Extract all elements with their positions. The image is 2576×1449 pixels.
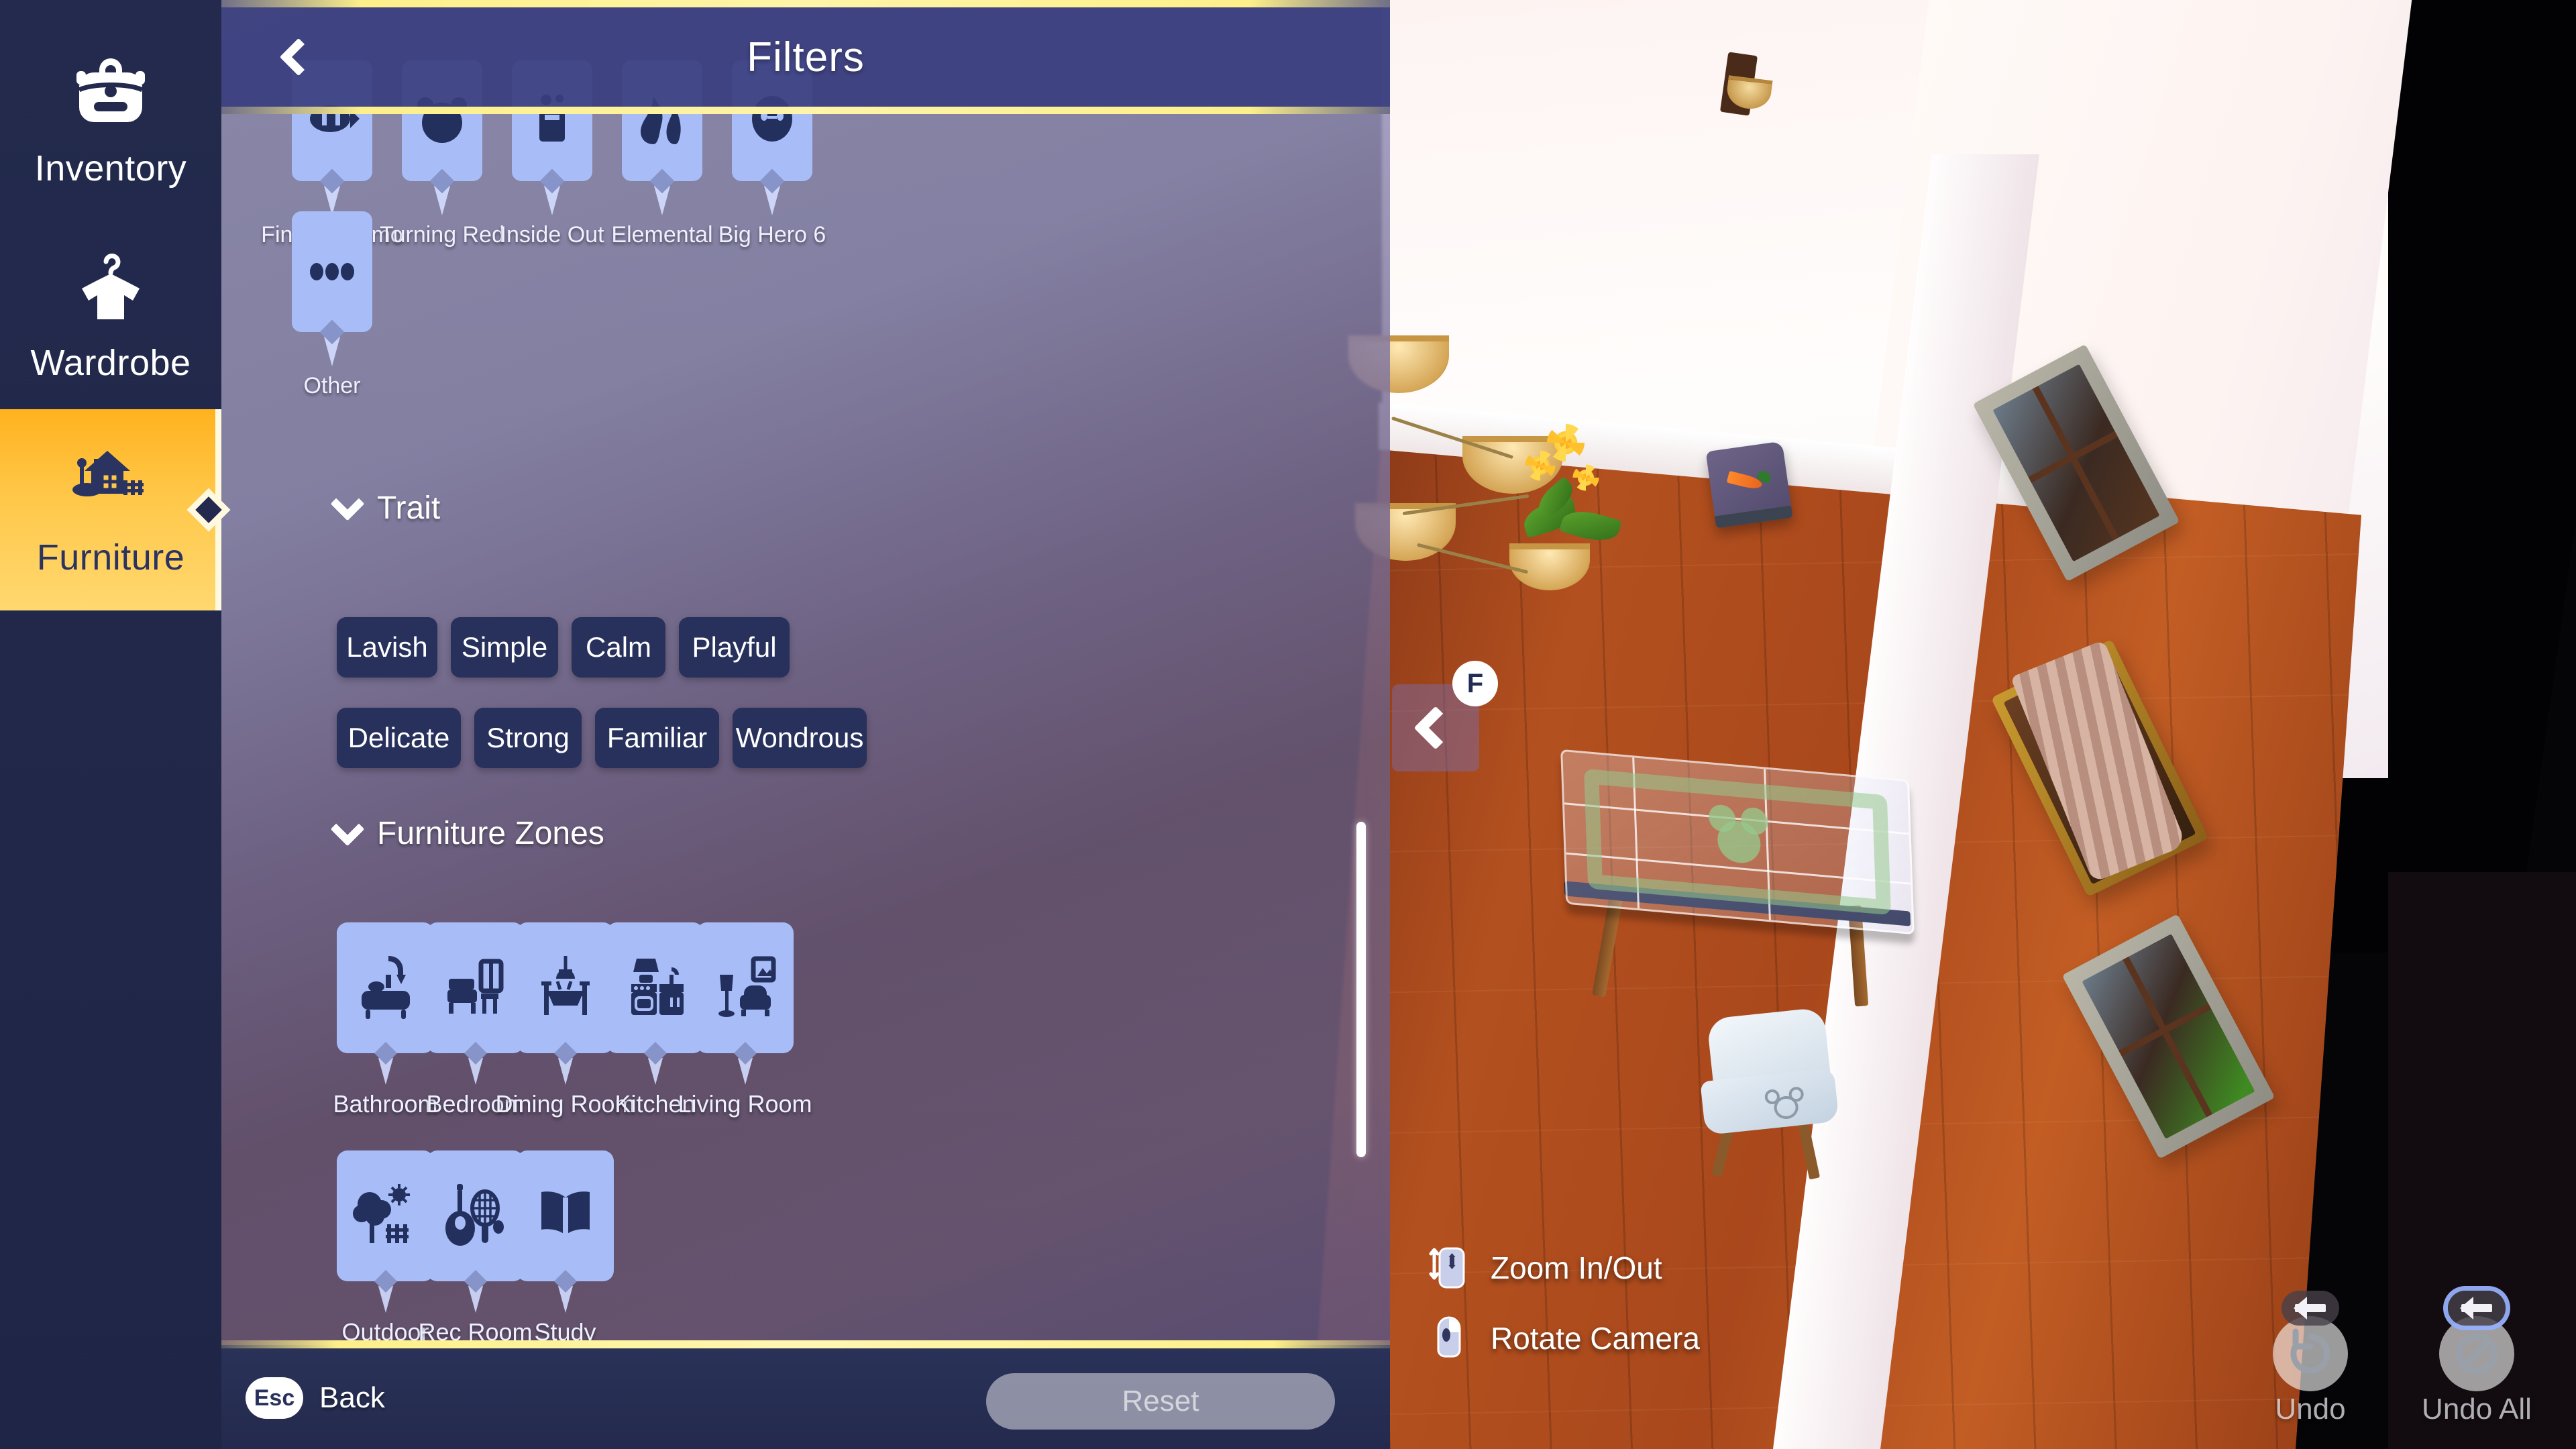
ip-filter-row-2: Other bbox=[292, 211, 372, 399]
left-arrow-key-icon bbox=[2282, 1291, 2339, 1326]
section-header-trait[interactable]: Trait bbox=[330, 486, 441, 527]
scrollbar-thumb[interactable] bbox=[1356, 822, 1366, 1157]
game-screen: F Zoom In/Out Rotate Camera Undo Undo Al… bbox=[0, 0, 2576, 1449]
zone-kitchen[interactable]: Kitchen bbox=[606, 922, 704, 1118]
section-title: Furniture Zones bbox=[377, 816, 604, 851]
tree-fence-icon bbox=[352, 1183, 410, 1243]
undo-button[interactable]: Undo bbox=[2245, 1291, 2376, 1426]
glass-table-selected[interactable] bbox=[1560, 749, 1939, 1046]
hint-rotate: Rotate Camera bbox=[1429, 1315, 1700, 1362]
trait-chip-delicate[interactable]: Delicate bbox=[337, 708, 461, 768]
chevron-down-icon bbox=[330, 486, 365, 521]
hint-zoom: Zoom In/Out bbox=[1429, 1244, 1662, 1291]
guitar-racket-icon bbox=[445, 1183, 504, 1246]
reset-button[interactable]: Reset bbox=[986, 1373, 1335, 1430]
trait-chip-familiar[interactable]: Familiar bbox=[595, 708, 719, 768]
filters-scroll-area[interactable]: Finding Nemo Turning Red Inside Out bbox=[221, 60, 1390, 1346]
sidebar-item-label: Inventory bbox=[34, 148, 187, 189]
zone-label: Bathroom bbox=[333, 1090, 438, 1118]
potted-flower-plant[interactable] bbox=[1519, 424, 1623, 547]
undo-arrow-icon bbox=[2273, 1316, 2348, 1391]
tshirt-hanger-icon bbox=[67, 247, 154, 334]
footer-divider bbox=[221, 1340, 1390, 1348]
trait-chip-strong[interactable]: Strong bbox=[474, 708, 582, 768]
backpack-icon bbox=[67, 52, 154, 140]
panel-scrollbar[interactable] bbox=[1356, 822, 1366, 1157]
trait-chip-playful[interactable]: Playful bbox=[679, 617, 790, 678]
undo-controls: Undo Undo All bbox=[2245, 1291, 2542, 1426]
header-divider-bottom bbox=[221, 107, 1390, 114]
zone-rec-room[interactable]: Rec Room bbox=[418, 1150, 533, 1346]
section-header-furniture-zones[interactable]: Furniture Zones bbox=[330, 812, 604, 852]
ellipsis-icon bbox=[310, 263, 354, 280]
page-title: Filters bbox=[747, 34, 865, 80]
carrot-seed-bag[interactable] bbox=[1705, 441, 1793, 529]
panel-back-button[interactable] bbox=[262, 20, 335, 94]
mickey-placement-icon bbox=[1708, 804, 1768, 867]
filters-panel: Finding Nemo Turning Red Inside Out bbox=[221, 0, 1390, 1449]
hint-rotate-label: Rotate Camera bbox=[1491, 1321, 1700, 1356]
armchair-lamp-icon bbox=[718, 956, 775, 1017]
ip-label: Turning Red bbox=[380, 222, 504, 248]
chevron-left-icon bbox=[279, 38, 318, 76]
stove-sink-icon bbox=[631, 958, 684, 1015]
zone-study[interactable]: Study bbox=[517, 1150, 614, 1346]
section-title: Trait bbox=[377, 490, 441, 526]
sidebar-item-furniture[interactable]: Furniture bbox=[0, 409, 231, 610]
left-arrow-key-icon-selected bbox=[2448, 1291, 2506, 1326]
open-book-icon bbox=[541, 1191, 590, 1235]
ip-label: Inside Out bbox=[500, 222, 604, 248]
sidebar-item-label: Wardrobe bbox=[30, 343, 191, 383]
back-label[interactable]: Back bbox=[319, 1377, 385, 1419]
undo-all-label: Undo All bbox=[2422, 1393, 2532, 1426]
white-chair[interactable] bbox=[1690, 1007, 1845, 1180]
trait-chip-calm[interactable]: Calm bbox=[572, 617, 665, 678]
esc-key-badge: Esc bbox=[246, 1377, 303, 1419]
zone-outdoor[interactable]: Outdoor bbox=[337, 1150, 434, 1346]
bed-window-icon bbox=[447, 959, 503, 1014]
trait-chip-wondrous[interactable]: Wondrous bbox=[733, 708, 867, 768]
wall-sconce[interactable] bbox=[1717, 52, 1773, 121]
zone-bedroom[interactable]: Bedroom bbox=[426, 922, 525, 1118]
zone-dining-room[interactable]: Dining Room bbox=[495, 922, 635, 1118]
sidebar-item-wardrobe[interactable]: Wardrobe bbox=[0, 215, 221, 416]
ip-filter-other[interactable]: Other bbox=[292, 211, 372, 399]
trait-chip-simple[interactable]: Simple bbox=[451, 617, 558, 678]
bathtub-shower-icon bbox=[361, 955, 410, 1019]
main-sidebar: Inventory Wardrobe Furniture bbox=[0, 0, 231, 1449]
mouse-right-drag-icon bbox=[1437, 1316, 1461, 1358]
sidebar-item-inventory[interactable]: Inventory bbox=[0, 20, 221, 221]
zone-label: Living Room bbox=[678, 1090, 812, 1118]
sidebar-item-label: Furniture bbox=[36, 537, 185, 578]
chevron-down-icon bbox=[330, 812, 365, 846]
ip-label: Other bbox=[303, 373, 361, 398]
no-entry-icon bbox=[2439, 1316, 2514, 1391]
filters-footer: Esc Back Reset bbox=[221, 1340, 1390, 1449]
hint-zoom-label: Zoom In/Out bbox=[1491, 1250, 1662, 1285]
undo-all-button[interactable]: Undo All bbox=[2411, 1291, 2542, 1426]
zone-bathroom[interactable]: Bathroom bbox=[333, 922, 438, 1118]
key-badge-f: F bbox=[1452, 661, 1498, 706]
trait-chip-lavish[interactable]: Lavish bbox=[337, 617, 437, 678]
undo-label: Undo bbox=[2275, 1393, 2346, 1426]
zone-living-room[interactable]: Living Room bbox=[678, 922, 812, 1118]
house-garden-icon bbox=[67, 441, 154, 529]
dining-table-icon bbox=[541, 955, 590, 1015]
mouse-scroll-icon bbox=[1429, 1247, 1465, 1289]
ip-label: Elemental bbox=[611, 222, 713, 248]
ip-label: Big Hero 6 bbox=[718, 222, 826, 248]
filters-header: Filters bbox=[221, 0, 1390, 114]
